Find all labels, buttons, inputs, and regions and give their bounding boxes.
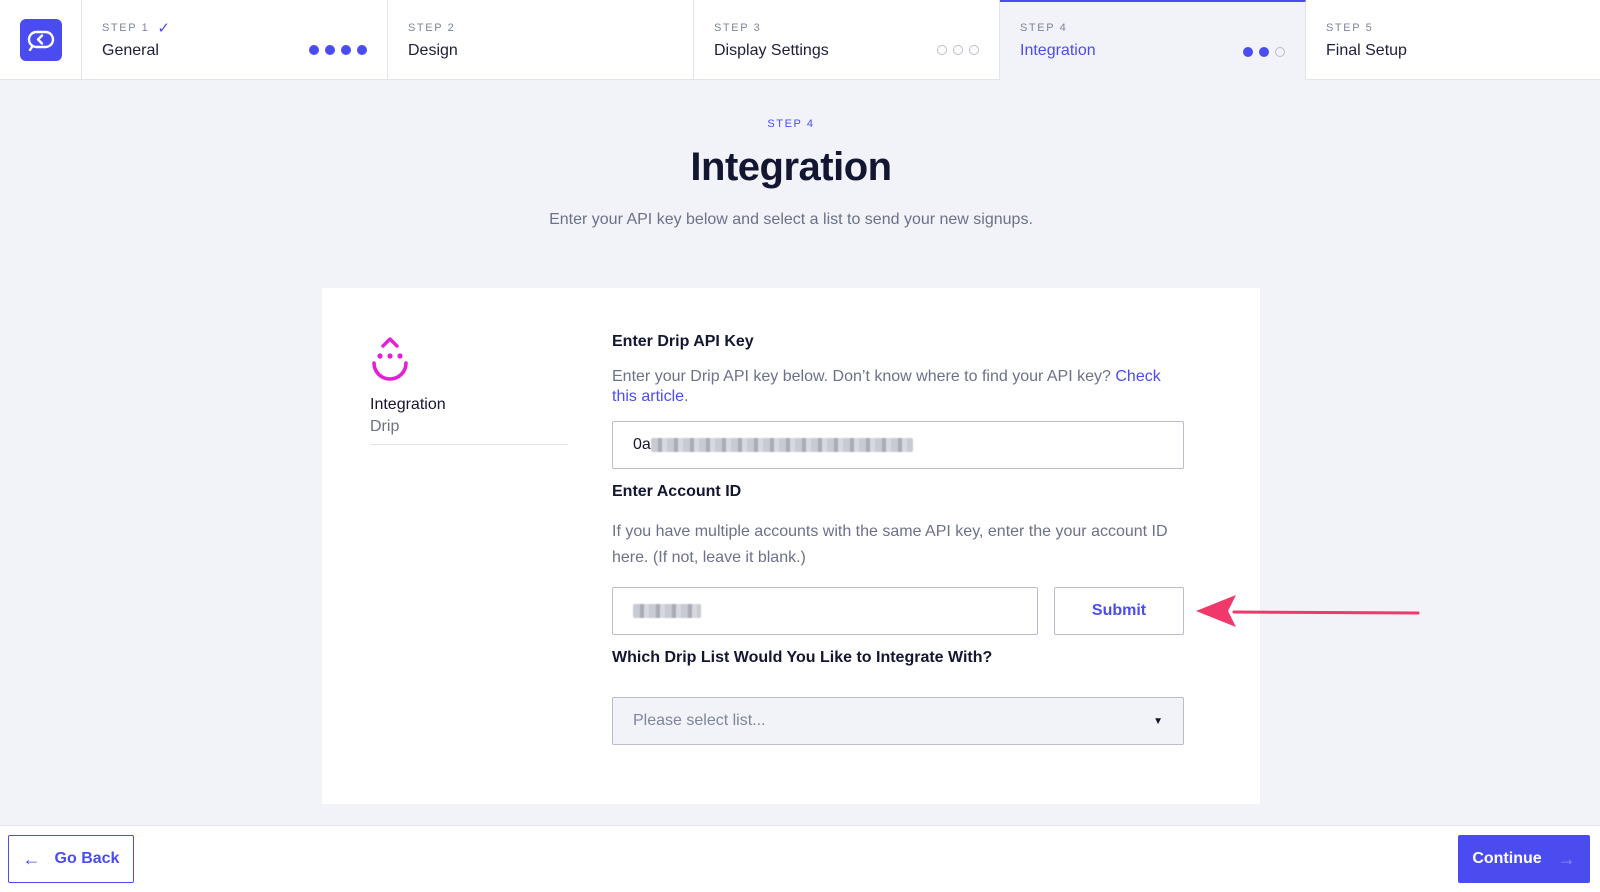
drip-list-select[interactable]: Please select list... ▼: [612, 697, 1184, 745]
api-key-input[interactable]: 0a: [612, 421, 1184, 469]
progress-dot-empty: [1275, 47, 1285, 57]
progress-dot-empty: [937, 45, 947, 55]
progress-dot-filled: [341, 45, 351, 55]
integration-provider-name: Drip: [370, 418, 400, 435]
page-eyebrow: STEP 4: [767, 118, 815, 130]
step-number: STEP 5: [1326, 22, 1374, 34]
integration-summary: Integration Drip: [370, 336, 568, 445]
progress-dot-filled: [357, 45, 367, 55]
redacted-value: [650, 438, 913, 452]
drip-logo-icon: [372, 337, 408, 381]
submit-button[interactable]: Submit: [1054, 587, 1184, 635]
caret-down-icon: ▼: [1153, 715, 1163, 727]
step-design[interactable]: STEP 2 Design: [388, 0, 694, 80]
integration-card: Integration Drip Enter Drip API Key Ente…: [322, 288, 1260, 804]
step-number: STEP 1: [102, 22, 150, 34]
api-key-label: Enter Drip API Key: [612, 333, 754, 350]
step-progress-dots: [309, 45, 367, 55]
app-logo-cell[interactable]: [0, 0, 82, 80]
page-subtitle: Enter your API key below and select a li…: [549, 211, 1033, 228]
step-general[interactable]: STEP 1 ✓ General: [82, 0, 388, 80]
progress-dot-filled: [325, 45, 335, 55]
progress-dot-filled: [1243, 47, 1253, 57]
go-back-label: Go Back: [54, 850, 120, 867]
progress-dot-empty: [953, 45, 963, 55]
continue-label: Continue: [1472, 850, 1542, 867]
step-progress-dots: [1243, 47, 1285, 57]
redacted-value: [633, 604, 701, 618]
progress-dot-filled: [1259, 47, 1269, 57]
integration-type-label: Integration: [370, 396, 446, 413]
annotation-arrow-icon: [1196, 595, 1420, 627]
step-name: Design: [408, 42, 458, 59]
drip-list-label: Which Drip List Would You Like to Integr…: [612, 649, 993, 666]
account-id-input[interactable]: [612, 587, 1038, 635]
arrow-right-icon: →: [1557, 848, 1576, 869]
footer-bar: ← Go Back Continue →: [0, 825, 1600, 892]
select-placeholder: Please select list...: [633, 712, 766, 729]
step-integration[interactable]: STEP 4 Integration: [1000, 0, 1306, 80]
api-key-value: 0a: [633, 436, 651, 453]
step-number: STEP 2: [408, 22, 456, 34]
go-back-button[interactable]: ← Go Back: [8, 835, 134, 883]
step-name: Final Setup: [1326, 42, 1407, 59]
api-key-help: Enter your Drip API key below. Don’t kno…: [612, 368, 1161, 405]
account-id-label: Enter Account ID: [612, 483, 742, 500]
progress-dot-filled: [309, 45, 319, 55]
step-number: STEP 4: [1020, 22, 1068, 34]
step-number: STEP 3: [714, 22, 762, 34]
arrow-left-icon: ←: [22, 848, 41, 869]
step-progress-dots: [937, 45, 979, 55]
step-final-setup[interactable]: STEP 5 Final Setup: [1306, 0, 1600, 80]
page-title: Integration: [690, 145, 892, 189]
progress-dot-empty: [969, 45, 979, 55]
checkmark-icon: ✓: [157, 20, 170, 37]
steps-bar: STEP 1 ✓ General STEP 2 Design STEP 3 Di…: [0, 0, 1600, 80]
integration-form: Enter Drip API Key Enter your Drip API k…: [612, 333, 1184, 745]
account-id-help: If you have multiple accounts with the s…: [612, 523, 1168, 566]
app-logo-icon[interactable]: [19, 19, 62, 61]
continue-button[interactable]: Continue →: [1458, 835, 1590, 883]
account-id-row: Submit: [612, 587, 1184, 635]
step-display-settings[interactable]: STEP 3 Display Settings: [694, 0, 1000, 80]
